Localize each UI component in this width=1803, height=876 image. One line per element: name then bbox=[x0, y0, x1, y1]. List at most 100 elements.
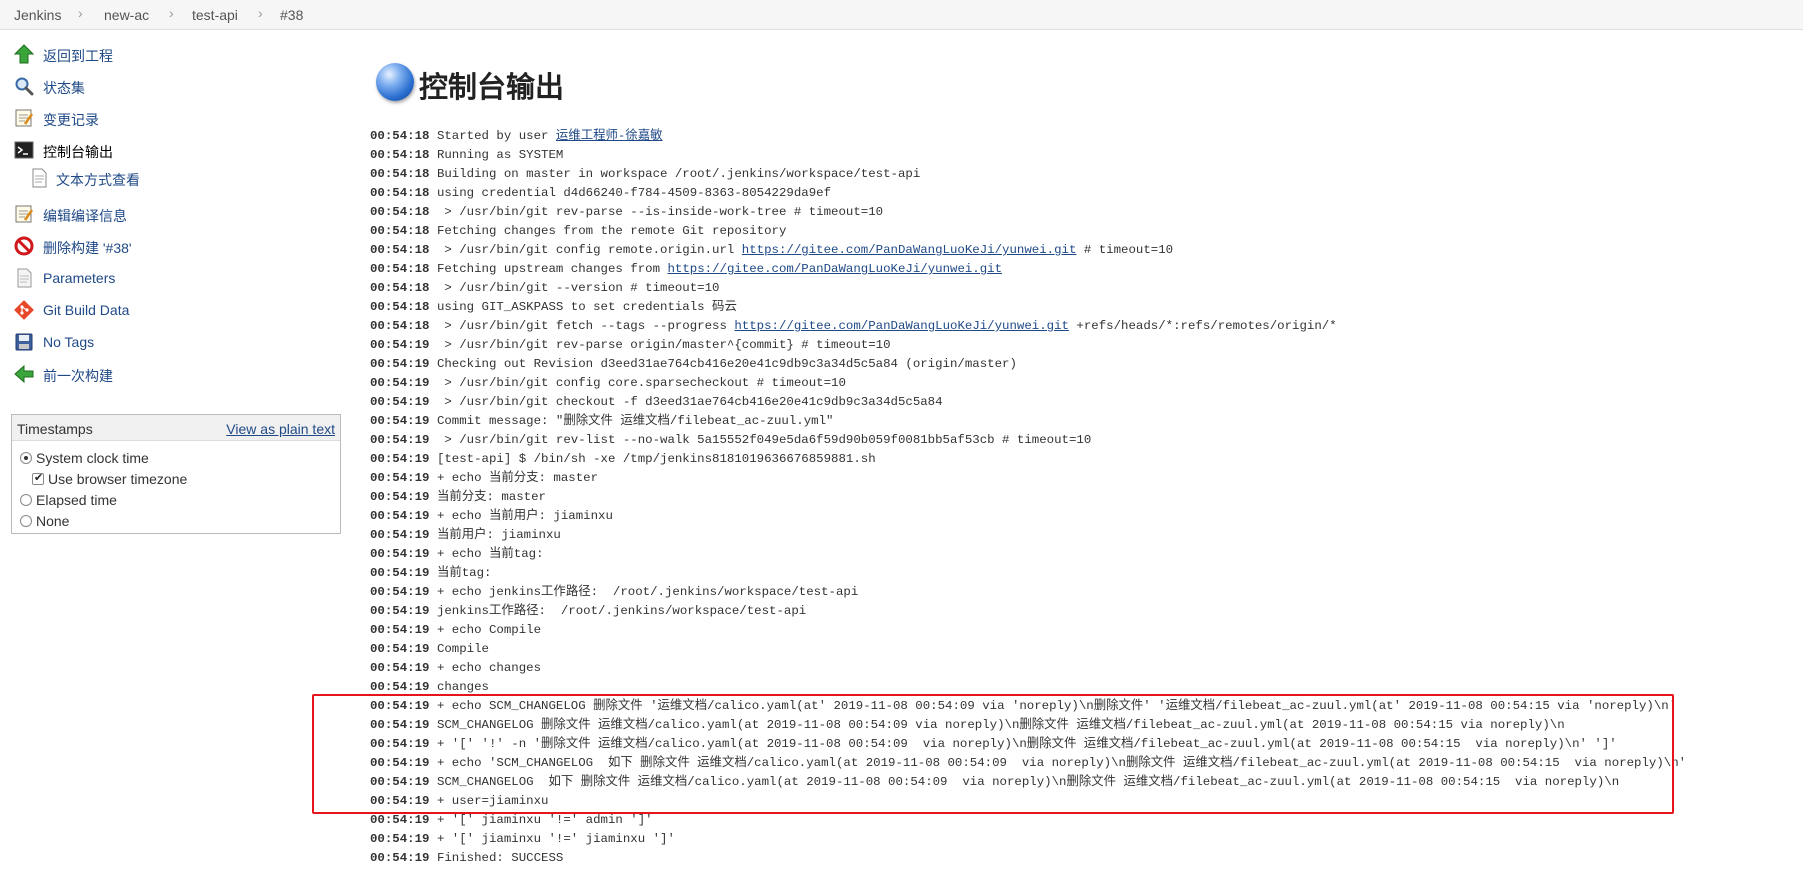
console-line: 00:54:19 当前tag: bbox=[370, 564, 1790, 583]
console-text: + echo changes bbox=[436, 661, 542, 675]
console-timestamp: 00:54:19 bbox=[370, 623, 430, 637]
console-timestamp: 00:54:19 bbox=[370, 737, 430, 751]
console-text: > /usr/bin/git config core.sparsecheckou… bbox=[436, 376, 846, 390]
notepad-icon bbox=[14, 204, 34, 224]
console-text: Fetching changes from the remote Git rep… bbox=[436, 224, 787, 238]
console-line: 00:54:18 Running as SYSTEM bbox=[370, 146, 1790, 165]
console-line: 00:54:19 Finished: SUCCESS bbox=[370, 849, 1790, 868]
console-timestamp: 00:54:19 bbox=[370, 357, 430, 371]
console-line: 00:54:19 + echo changes bbox=[370, 659, 1790, 678]
console-text: 当前分支: master bbox=[436, 490, 546, 504]
console-text: Running as SYSTEM bbox=[436, 148, 564, 162]
console-timestamp: 00:54:19 bbox=[370, 813, 430, 827]
console-text: > /usr/bin/git config remote.origin.url bbox=[436, 243, 742, 257]
console-line: 00:54:18 > /usr/bin/git fetch --tags --p… bbox=[370, 317, 1790, 336]
use-browser-timezone-checkbox[interactable] bbox=[32, 471, 44, 485]
none-radio[interactable] bbox=[20, 515, 32, 527]
console-link[interactable]: https://gitee.com/PanDaWangLuoKeJi/yunwe… bbox=[667, 262, 1002, 276]
console-timestamp: 00:54:19 bbox=[370, 414, 430, 428]
console-text: + '[' jiaminxu '!=' jiaminxu ']' bbox=[436, 832, 675, 846]
console-text: Checking out Revision d3eed31ae764cb416e… bbox=[436, 357, 1017, 371]
console-line: 00:54:19 > /usr/bin/git config core.spar… bbox=[370, 374, 1790, 393]
no-entry-icon bbox=[14, 236, 34, 256]
console-timestamp: 00:54:19 bbox=[370, 661, 430, 675]
console-line: 00:54:19 + echo 当前分支: master bbox=[370, 469, 1790, 488]
console-timestamp: 00:54:19 bbox=[370, 585, 430, 599]
console-line: 00:54:19 + echo jenkins工作路径: /root/.jenk… bbox=[370, 583, 1790, 602]
console-text: +refs/heads/*:refs/remotes/origin/* bbox=[1068, 319, 1337, 333]
console-text: > /usr/bin/git fetch --tags --progress bbox=[436, 319, 735, 333]
console-link[interactable]: https://gitee.com/PanDaWangLuoKeJi/yunwe… bbox=[734, 319, 1069, 333]
console-timestamp: 00:54:19 bbox=[370, 604, 430, 618]
system-clock-time-radio[interactable] bbox=[20, 452, 32, 464]
breadcrumb-test-api[interactable]: test-api bbox=[192, 7, 238, 23]
console-timestamp: 00:54:19 bbox=[370, 699, 430, 713]
console-timestamp: 00:54:18 bbox=[370, 224, 430, 238]
console-timestamp: 00:54:18 bbox=[370, 167, 430, 181]
console-text: jenkins工作路径: /root/.jenkins/workspace/te… bbox=[436, 604, 807, 618]
breadcrumb-separator: › bbox=[169, 5, 174, 21]
console-timestamp: 00:54:19 bbox=[370, 547, 430, 561]
git-icon bbox=[14, 300, 34, 320]
console-link[interactable]: 运维工程师-徐嘉敏 bbox=[556, 129, 663, 143]
console-text: + user=jiaminxu bbox=[436, 794, 549, 808]
console-link[interactable]: https://gitee.com/PanDaWangLuoKeJi/yunwe… bbox=[742, 243, 1077, 257]
breadcrumb-separator: › bbox=[258, 5, 263, 21]
console-text: Building on master in workspace /root/.j… bbox=[436, 167, 921, 181]
console-line: 00:54:19 当前分支: master bbox=[370, 488, 1790, 507]
console-timestamp: 00:54:19 bbox=[370, 338, 430, 352]
console-timestamp: 00:54:19 bbox=[370, 433, 430, 447]
console-line: 00:54:19 > /usr/bin/git rev-list --no-wa… bbox=[370, 431, 1790, 450]
console-line: 00:54:19 + echo 当前用户: jiaminxu bbox=[370, 507, 1790, 526]
document-icon bbox=[29, 168, 49, 188]
console-text: + '[' '!' -n '删除文件 运维文档/calico.yaml(at 2… bbox=[436, 737, 1617, 751]
breadcrumb-new-ac[interactable]: new-ac bbox=[104, 7, 149, 23]
console-line: 00:54:19 + '[' jiaminxu '!=' jiaminxu ']… bbox=[370, 830, 1790, 849]
console-line: 00:54:18 Fetching upstream changes from … bbox=[370, 260, 1790, 279]
console-timestamp: 00:54:18 bbox=[370, 300, 430, 314]
console-timestamp: 00:54:19 bbox=[370, 832, 430, 846]
console-timestamp: 00:54:18 bbox=[370, 205, 430, 219]
console-text: + echo 当前分支: master bbox=[436, 471, 599, 485]
console-line: 00:54:19 > /usr/bin/git rev-parse origin… bbox=[370, 336, 1790, 355]
console-line: 00:54:19 + echo 当前tag: bbox=[370, 545, 1790, 564]
view-as-plain-text-link[interactable]: View as plain text bbox=[226, 421, 335, 437]
console-line: 00:54:19 + echo Compile bbox=[370, 621, 1790, 640]
breadcrumb-jenkins[interactable]: Jenkins bbox=[14, 7, 61, 23]
console-text: + echo SCM_CHANGELOG 删除文件 '运维文档/calico.y… bbox=[436, 699, 1677, 713]
console-line: 00:54:19 jenkins工作路径: /root/.jenkins/wor… bbox=[370, 602, 1790, 621]
console-timestamp: 00:54:19 bbox=[370, 794, 430, 808]
console-timestamp: 00:54:19 bbox=[370, 376, 430, 390]
console-text: # timeout=10 bbox=[1076, 243, 1174, 257]
console-text: > /usr/bin/git --version # timeout=10 bbox=[436, 281, 720, 295]
console-timestamp: 00:54:18 bbox=[370, 281, 430, 295]
console-timestamp: 00:54:19 bbox=[370, 452, 430, 466]
console-line: 00:54:19 > /usr/bin/git checkout -f d3ee… bbox=[370, 393, 1790, 412]
console-line: 00:54:18 Fetching changes from the remot… bbox=[370, 222, 1790, 241]
console-line: 00:54:18 using credential d4d66240-f784-… bbox=[370, 184, 1790, 203]
console-text: > /usr/bin/git rev-parse origin/master^{… bbox=[436, 338, 891, 352]
console-timestamp: 00:54:19 bbox=[370, 509, 430, 523]
console-timestamp: 00:54:19 bbox=[370, 680, 430, 694]
console-text: Fetching upstream changes from bbox=[436, 262, 668, 276]
console-line: 00:54:18 Started by user 运维工程师-徐嘉敏 bbox=[370, 127, 1790, 146]
elapsed-time-radio[interactable] bbox=[20, 494, 32, 506]
page-title: 控制台输出 bbox=[419, 72, 565, 104]
console-line: 00:54:19 Checking out Revision d3eed31ae… bbox=[370, 355, 1790, 374]
console-timestamp: 00:54:19 bbox=[370, 566, 430, 580]
console-timestamp: 00:54:18 bbox=[370, 129, 430, 143]
console-timestamp: 00:54:18 bbox=[370, 148, 430, 162]
console-timestamp: 00:54:18 bbox=[370, 262, 430, 276]
console-timestamp: 00:54:19 bbox=[370, 718, 430, 732]
console-timestamp: 00:54:19 bbox=[370, 851, 430, 865]
breadcrumb-build-38[interactable]: #38 bbox=[280, 7, 303, 23]
console-text: changes bbox=[436, 680, 489, 694]
console-line: 00:54:18 Building on master in workspace… bbox=[370, 165, 1790, 184]
console-line: 00:54:19 + '[' jiaminxu '!=' admin ']' bbox=[370, 811, 1790, 830]
console-line: 00:54:18 > /usr/bin/git config remote.or… bbox=[370, 241, 1790, 260]
notepad-icon bbox=[14, 108, 34, 128]
console-text: Compile bbox=[436, 642, 489, 656]
console-text: 当前tag: bbox=[436, 566, 492, 580]
console-text: > /usr/bin/git checkout -f d3eed31ae764c… bbox=[436, 395, 943, 409]
console-line: 00:54:18 > /usr/bin/git rev-parse --is-i… bbox=[370, 203, 1790, 222]
